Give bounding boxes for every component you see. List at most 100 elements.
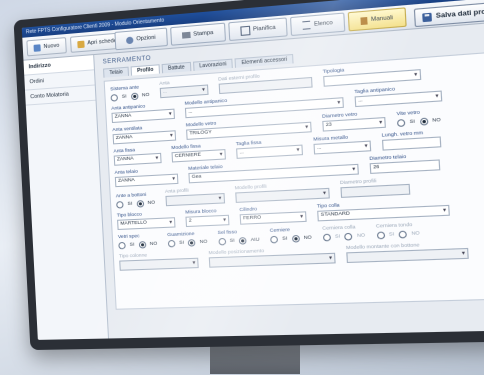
guarnizione-radio-group[interactable]: SI NO <box>167 238 208 248</box>
vetri-no-radio[interactable] <box>138 240 146 249</box>
subtab-telaio[interactable]: Telaio <box>103 66 130 78</box>
subtab-accessori[interactable]: Elementi accessori <box>234 53 294 68</box>
chevron-down-icon: ▼ <box>171 175 177 182</box>
anta-telaio-select[interactable]: ZANNA ▼ <box>114 173 179 188</box>
tipo-blocco-value: MARTELLO <box>120 220 148 227</box>
anta-antipanico-value: ZANNA <box>114 113 132 120</box>
cerniera-colla-radio-group[interactable]: SI NO <box>322 231 366 241</box>
misura-metallo-select[interactable]: ... ▼ <box>313 140 372 155</box>
cerniere-si-text: SI <box>282 235 288 242</box>
chevron-down-icon: ▼ <box>351 166 357 172</box>
chevron-down-icon: ▼ <box>191 259 197 266</box>
tab-opzioni-label: Opzioni <box>136 34 156 43</box>
guarnizione-si-radio[interactable] <box>167 239 176 247</box>
vetri-si-radio[interactable] <box>118 241 126 249</box>
modello-antipanico-value: ... <box>188 109 193 115</box>
taglia-fissa-value: ... <box>239 150 245 156</box>
sistema-si-radio[interactable] <box>110 93 118 102</box>
subtab-lavorazioni[interactable]: Lavorazioni <box>192 58 234 71</box>
cerniere-no-radio[interactable] <box>291 234 300 243</box>
tipo-blocco-select[interactable]: MARTELLO ▼ <box>117 217 176 230</box>
vite-si-radio[interactable] <box>396 118 406 127</box>
chevron-down-icon: ▼ <box>299 213 305 220</box>
cerniera-colla-si-radio[interactable] <box>322 233 331 241</box>
lunghezza-field[interactable] <box>381 136 442 151</box>
anta-select[interactable]: ... ▼ <box>159 84 209 99</box>
modello-fissa-select[interactable]: CERNIERE ▼ <box>171 149 226 163</box>
sel-aiu-text: AIU <box>250 237 260 243</box>
sel-si-text: SI <box>229 238 235 244</box>
subtab-battute[interactable]: Battute <box>161 61 192 74</box>
anta-fissa-select[interactable]: ZANNA ▼ <box>113 152 162 166</box>
vite-no-text: NO <box>432 117 441 124</box>
chevron-down-icon: ▼ <box>327 254 334 261</box>
misura-metallo-value: ... <box>316 145 322 152</box>
chevron-down-icon: ▼ <box>168 132 174 138</box>
cerniere-radio-group[interactable]: SI NO <box>270 233 312 243</box>
tab-manuali[interactable]: Manuali <box>347 7 407 32</box>
save-profile-button[interactable]: Salva dati profilo <box>413 1 484 28</box>
bottoni-no-radio[interactable] <box>136 199 144 208</box>
cerniera-tondo-radio-group[interactable]: SI NO <box>376 229 420 239</box>
tipo-colla-value: STANDARD <box>320 211 350 219</box>
tab-opzioni[interactable]: Opzioni <box>114 27 168 51</box>
tipo-colonne-select[interactable]: ▼ <box>119 257 199 271</box>
sel-si-radio[interactable] <box>217 237 226 245</box>
list-icon <box>302 20 312 30</box>
anta-profili-select[interactable]: ▼ <box>165 193 225 207</box>
chevron-down-icon: ▼ <box>460 250 467 256</box>
bottoni-si-text: SI <box>127 201 133 207</box>
chevron-down-icon: ▼ <box>413 71 419 78</box>
ante-bottoni-radio-group[interactable]: SI NO <box>116 199 155 209</box>
chevron-down-icon: ▼ <box>217 195 223 201</box>
guarnizione-no-text: NO <box>199 239 208 245</box>
modello-vetro-value: TRILOGY <box>189 130 212 137</box>
monitor-frame: Rete FPTS Configuratore Clienti 2009 - M… <box>13 0 484 351</box>
cerniera-tondo-no-radio[interactable] <box>398 230 408 238</box>
cilindro-select[interactable]: FERRO ▼ <box>239 211 307 225</box>
tab-pianifica[interactable]: Pianifica <box>227 17 289 42</box>
misura-blocco-select[interactable]: 2 ▼ <box>185 214 230 228</box>
tab-elenco-label: Elenco <box>313 19 333 28</box>
diametro-profili-field[interactable] <box>340 183 411 198</box>
chevron-down-icon: ▼ <box>218 151 224 157</box>
chevron-down-icon: ▼ <box>167 110 173 117</box>
vetri-radio-group[interactable]: SI NO <box>118 240 157 250</box>
book-icon <box>360 16 368 25</box>
sel-aiu-radio[interactable] <box>238 236 247 245</box>
vite-vetro-radio-group[interactable]: SI NO <box>396 116 441 127</box>
bottoni-si-radio[interactable] <box>116 200 124 209</box>
chevron-down-icon: ▼ <box>222 216 228 223</box>
calendar-icon <box>239 25 251 36</box>
cerniere-no-text: NO <box>303 234 312 241</box>
sistema-no-radio[interactable] <box>130 92 139 100</box>
guarnizione-no-radio[interactable] <box>187 238 196 247</box>
cerniera-colla-no-radio[interactable] <box>344 232 353 241</box>
guarnizione-si-text: SI <box>179 240 185 246</box>
chevron-down-icon: ▼ <box>304 123 310 130</box>
new-icon <box>33 43 41 52</box>
diametro-telaio-field[interactable]: 26 <box>369 159 441 174</box>
chevron-down-icon: ▼ <box>201 86 207 93</box>
modello-fissa-value: CERNIERE <box>174 152 202 160</box>
cerniere-si-radio[interactable] <box>270 235 279 243</box>
new-button[interactable]: Nuovo <box>26 37 67 57</box>
sistema-no-text: NO <box>141 92 150 98</box>
tab-stampa[interactable]: Stampa <box>169 22 226 46</box>
sel-fisso-radio-group[interactable]: SI AIU <box>217 235 260 245</box>
sistema-radio-group[interactable]: SI NO <box>110 91 150 102</box>
background-scene: Rete FPTS Configuratore Clienti 2009 - M… <box>0 0 484 375</box>
tab-elenco[interactable]: Elenco <box>290 12 346 37</box>
tab-pianifica-label: Pianifica <box>252 24 276 33</box>
subtab-profilo[interactable]: Profilo <box>130 64 160 76</box>
cilindro-value: FERRO <box>242 215 262 222</box>
taglia-antipanico-value: ... <box>358 98 363 104</box>
materiale-telaio-value: Gea <box>191 174 202 181</box>
anta-fissa-value: ZANNA <box>116 156 134 163</box>
printer-icon <box>181 31 191 39</box>
folder-icon <box>77 40 85 48</box>
save-profile-label: Salva dati profilo <box>435 7 484 20</box>
cerniera-tondo-si-radio[interactable] <box>376 230 385 239</box>
vite-no-radio[interactable] <box>419 117 428 126</box>
cerniera-tondo-no-text: NO <box>411 230 420 237</box>
